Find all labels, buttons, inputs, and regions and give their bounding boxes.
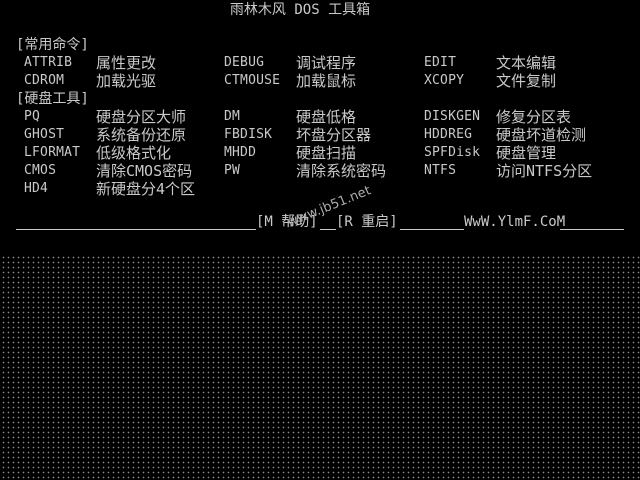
command-description: 文件复制 — [496, 72, 557, 90]
command-attrib[interactable]: ATTRIB — [24, 54, 72, 72]
command-diskgen[interactable]: DISKGEN — [424, 108, 480, 126]
command-ntfs[interactable]: NTFS — [424, 162, 456, 180]
toolbox-title: 雨林木风 DOS 工具箱 — [229, 2, 371, 18]
command-mhdd[interactable]: MHDD — [224, 144, 256, 162]
footer-rule-mid2 — [400, 229, 464, 230]
section-disk-tools: [硬盘工具] — [16, 91, 89, 107]
command-description: 加载鼠标 — [296, 72, 357, 90]
command-description: 硬盘分区大师 — [96, 108, 187, 126]
command-hddreg[interactable]: HDDREG — [424, 126, 472, 144]
command-description: 清除系统密码 — [296, 162, 387, 180]
command-description: 坏盘分区器 — [296, 126, 372, 144]
command-description: 清除CMOS密码 — [96, 162, 193, 180]
footer-rule-right — [560, 229, 624, 230]
website-link[interactable]: WwW.YlmF.CoM — [464, 213, 565, 231]
command-debug[interactable]: DEBUG — [224, 54, 264, 72]
command-pq[interactable]: PQ — [24, 108, 40, 126]
command-description: 硬盘坏道检测 — [496, 126, 587, 144]
command-description: 硬盘管理 — [496, 144, 557, 162]
command-description: 新硬盘分4个区 — [96, 180, 196, 198]
command-description: 调试程序 — [296, 54, 357, 72]
command-description: 系统备份还原 — [96, 126, 187, 144]
footer-rule-mid — [320, 229, 336, 230]
command-lformat[interactable]: LFORMAT — [24, 144, 80, 162]
command-cmos[interactable]: CMOS — [24, 162, 56, 180]
command-description: 硬盘扫描 — [296, 144, 357, 162]
command-cdrom[interactable]: CDROM — [24, 72, 64, 90]
restart-key[interactable]: [R 重启] — [336, 213, 398, 231]
footer-rule-left — [16, 229, 256, 230]
command-description: 属性更改 — [96, 54, 157, 72]
dotted-background-pattern — [0, 254, 640, 480]
command-xcopy[interactable]: XCOPY — [424, 72, 464, 90]
command-spfdisk[interactable]: SPFDisk — [424, 144, 480, 162]
command-hd4[interactable]: HD4 — [24, 180, 48, 198]
command-ctmouse[interactable]: CTMOUSE — [224, 72, 280, 90]
command-edit[interactable]: EDIT — [424, 54, 456, 72]
command-dm[interactable]: DM — [224, 108, 240, 126]
command-description: 访问NTFS分区 — [496, 162, 593, 180]
command-description: 文本编辑 — [496, 54, 557, 72]
command-description: 修复分区表 — [496, 108, 572, 126]
section-common-commands: [常用命令] — [16, 37, 89, 53]
command-pw[interactable]: PW — [224, 162, 240, 180]
command-description: 硬盘低格 — [296, 108, 357, 126]
command-ghost[interactable]: GHOST — [24, 126, 64, 144]
command-fbdisk[interactable]: FBDISK — [224, 126, 272, 144]
command-description: 加载光驱 — [96, 72, 157, 90]
command-description: 低级格式化 — [96, 144, 172, 162]
dos-toolbox-screen: 雨林木风 DOS 工具箱 [常用命令] ATTRIB 属性更改 DEBUG 调试程序 E… — [0, 0, 640, 480]
